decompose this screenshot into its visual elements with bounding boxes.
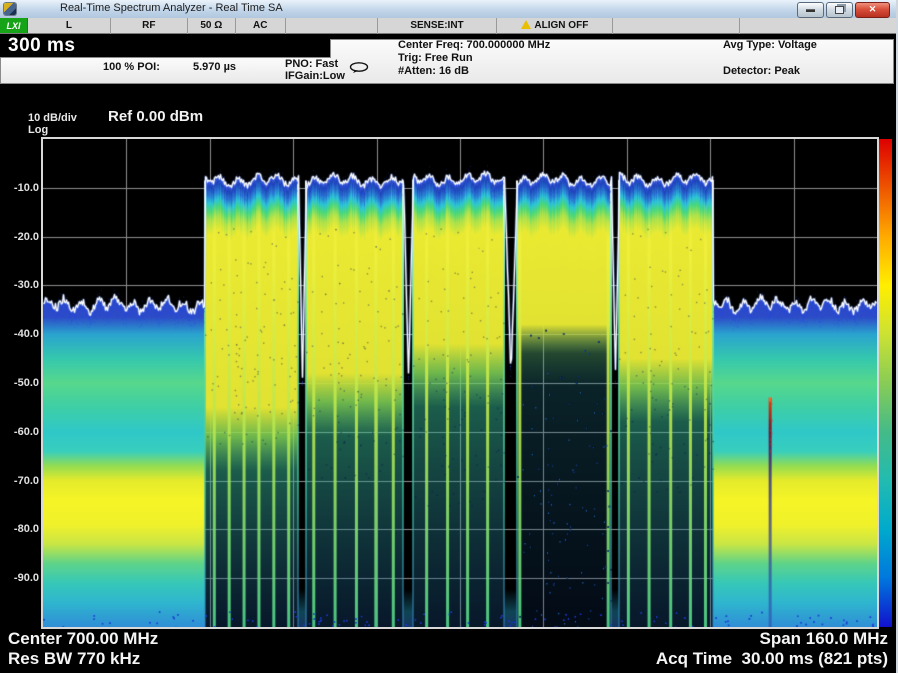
- status-cell-blank1: [286, 18, 378, 34]
- status-cell-rf: RF: [111, 18, 188, 34]
- span-annotation: Span 160.0 MHz: [760, 629, 889, 649]
- analyzer-window: Real-Time Spectrum Analyzer - Real Time …: [0, 0, 898, 673]
- title-bar[interactable]: Real-Time Spectrum Analyzer - Real Time …: [0, 0, 898, 19]
- res-bw-annotation: Res BW 770 kHz: [8, 649, 140, 669]
- avg-type-readout: Avg Type: Voltage: [723, 39, 817, 51]
- atten-readout: #Atten: 16 dB: [398, 65, 469, 77]
- window-title: Real-Time Spectrum Analyzer - Real Time …: [60, 2, 283, 14]
- acq-time-annotation: Acq Time 30.00 ms (821 pts): [656, 649, 888, 669]
- status-cell-sense: SENSE:INT: [378, 18, 498, 34]
- measurement-bar: 300 ms 100 % POI: 5.970 µs PNO: Fast IFG…: [0, 34, 898, 88]
- ref-level-label: Ref 0.00 dBm: [108, 108, 203, 125]
- window-controls: ▬ ✕: [797, 2, 890, 18]
- app-icon: [4, 3, 16, 15]
- acquisition-length-readout: 300 ms: [8, 35, 75, 57]
- density-colorbar: [879, 139, 892, 627]
- ifgain-readout: IFGain:Low: [285, 70, 345, 82]
- center-freq-readout: Center Freq: 700.000000 MHz: [398, 39, 550, 51]
- align-label: ALIGN OFF: [534, 20, 588, 31]
- ytick--50: -50.0: [2, 377, 39, 389]
- ytick--60: -60.0: [2, 426, 39, 438]
- message-bubble-icon[interactable]: [349, 62, 370, 74]
- close-button[interactable]: ✕: [855, 2, 890, 18]
- restore-icon: [835, 6, 844, 14]
- ytick--30: -30.0: [2, 279, 39, 291]
- ytick--10: -10.0: [2, 182, 39, 194]
- scale-type-label: Log: [28, 124, 48, 136]
- status-cell-l: L: [28, 18, 111, 34]
- poi-panel: [0, 57, 331, 84]
- close-icon: ✕: [869, 4, 877, 14]
- spectrum-display[interactable]: [43, 139, 877, 627]
- ytick--90: -90.0: [2, 572, 39, 584]
- minimize-icon: ▬: [806, 4, 815, 14]
- poi-label: 100 % POI:: [103, 61, 160, 73]
- restore-button[interactable]: [826, 2, 853, 18]
- scale-per-div-label: 10 dB/div: [28, 112, 77, 124]
- status-cell-align: ALIGN OFF: [497, 18, 613, 34]
- center-freq-annotation: Center 700.00 MHz: [8, 629, 158, 649]
- ytick--70: -70.0: [2, 475, 39, 487]
- status-cell-coupling: AC: [236, 18, 286, 34]
- status-bar: LXI L RF 50 Ω AC SENSE:INT ALIGN OFF: [0, 18, 898, 34]
- align-warning-icon: [521, 20, 531, 29]
- ytick--20: -20.0: [2, 231, 39, 243]
- lxi-badge: LXI: [0, 18, 28, 33]
- pno-readout: PNO: Fast: [285, 58, 338, 70]
- status-cell-impedance: 50 Ω: [188, 18, 236, 34]
- status-cell-blank2: [613, 18, 740, 34]
- minimize-button[interactable]: ▬: [797, 2, 824, 18]
- poi-value: 5.970 µs: [193, 61, 236, 73]
- detector-readout: Detector: Peak: [723, 65, 800, 77]
- trigger-readout: Trig: Free Run: [398, 52, 473, 64]
- status-cell-blank3: [740, 18, 898, 34]
- ytick--80: -80.0: [2, 523, 39, 535]
- ytick--40: -40.0: [2, 328, 39, 340]
